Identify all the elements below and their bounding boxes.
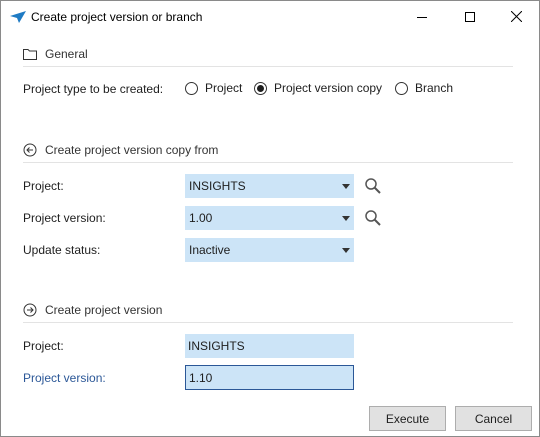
new-project-field[interactable]: INSIGHTS (185, 334, 354, 358)
execute-button[interactable]: Execute (369, 406, 446, 431)
radio-circle (185, 81, 198, 95)
copy-version-label: Project version: (23, 211, 106, 225)
maximize-icon (465, 11, 475, 22)
copy-project-value: INSIGHTS (189, 179, 246, 193)
dialog-window: Create project version or branch General… (0, 0, 540, 437)
chevron-down-icon (338, 183, 354, 189)
radio-project[interactable]: Project (185, 81, 242, 95)
update-status-label: Update status: (23, 243, 101, 257)
project-type-label: Project type to be created: (23, 82, 164, 96)
radio-branch-label: Branch (415, 81, 454, 95)
close-button[interactable] (493, 1, 539, 32)
folder-icon (23, 47, 37, 61)
maximize-button[interactable] (447, 1, 493, 32)
minimize-icon (417, 12, 427, 22)
radio-circle (254, 81, 267, 95)
section-general-title: General (45, 47, 88, 61)
copy-version-value: 1.00 (189, 211, 213, 225)
close-icon (510, 11, 522, 22)
chevron-down-icon (338, 247, 354, 253)
radio-project-version-copy[interactable]: Project version copy (254, 81, 382, 95)
new-version-label: Project version: (23, 371, 106, 385)
minimize-button[interactable] (399, 1, 445, 32)
search-icon[interactable] (364, 209, 382, 227)
divider (23, 162, 513, 163)
radio-selected-dot (257, 84, 264, 92)
title-bar: Create project version or branch (1, 1, 539, 33)
copy-version-select[interactable]: 1.00 (185, 206, 354, 230)
copy-project-label: Project: (23, 179, 64, 193)
section-general-header: General (23, 45, 88, 63)
new-version-field[interactable]: 1.10 (185, 365, 354, 390)
update-status-value: Inactive (189, 243, 231, 257)
section-create-version-header: Create project version (23, 301, 162, 319)
divider (23, 322, 513, 323)
window-title: Create project version or branch (31, 10, 203, 24)
copy-project-select[interactable]: INSIGHTS (185, 174, 354, 198)
radio-branch[interactable]: Branch (395, 81, 453, 95)
app-logo-icon (10, 11, 26, 23)
radio-project-version-copy-label: Project version copy (274, 81, 383, 95)
new-project-label: Project: (23, 339, 64, 353)
update-status-select[interactable]: Inactive (185, 238, 354, 262)
radio-project-label: Project (205, 81, 243, 95)
arrow-left-circle-icon (23, 143, 37, 157)
chevron-down-icon (338, 215, 354, 221)
section-create-version-title: Create project version (45, 303, 163, 317)
section-copy-from-title: Create project version copy from (45, 143, 219, 157)
arrow-right-circle-icon (23, 303, 37, 317)
section-copy-from-header: Create project version copy from (23, 141, 218, 159)
radio-circle (395, 81, 408, 95)
divider (23, 66, 513, 67)
cancel-button[interactable]: Cancel (455, 406, 532, 431)
search-icon[interactable] (364, 177, 382, 195)
